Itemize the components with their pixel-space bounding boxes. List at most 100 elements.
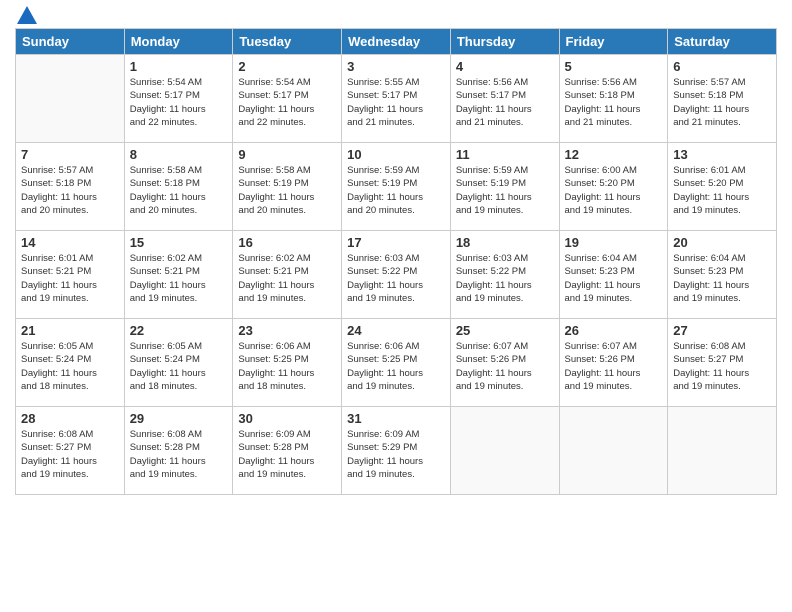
logo: [15, 10, 37, 20]
day-number: 11: [456, 147, 554, 162]
logo-triangle-icon: [17, 6, 37, 24]
day-number: 25: [456, 323, 554, 338]
day-number: 17: [347, 235, 445, 250]
calendar-cell: [559, 407, 668, 495]
day-number: 20: [673, 235, 771, 250]
calendar-cell: 22Sunrise: 6:05 AM Sunset: 5:24 PM Dayli…: [124, 319, 233, 407]
day-number: 9: [238, 147, 336, 162]
calendar-cell: 28 Sunrise: 6:08 AM Sunset: 5:27 PM Dayli…: [16, 407, 125, 495]
calendar-cell: 14 Sunrise: 6:01 AM Sunset: 5:21 PM Dayli…: [16, 231, 125, 319]
calendar-cell: 13 Sunrise: 6:01 AM Sunset: 5:20 PM Dayli…: [668, 143, 777, 231]
calendar-cell: 23 Sunrise: 6:06 AM Sunset: 5:25 PM Dayli…: [233, 319, 342, 407]
calendar-cell: 1 Sunrise: 5:54 AM Sunset: 5:17 PM Daylig…: [124, 55, 233, 143]
calendar-cell: 20 Sunrise: 6:04 AM Sunset: 5:23 PM Dayli…: [668, 231, 777, 319]
day-info: Sunrise: 5:57 AM Sunset: 5:18 PM Dayligh…: [673, 76, 771, 129]
calendar-cell: [668, 407, 777, 495]
calendar-cell: 30 Sunrise: 6:09 AM Sunset: 5:28 PM Dayli…: [233, 407, 342, 495]
day-info: Sunrise: 5:54 AM Sunset: 5:17 PM Dayligh…: [238, 76, 336, 129]
day-info: Sunrise: 6:09 AM Sunset: 5:28 PM Dayligh…: [238, 428, 336, 481]
day-info: Sunrise: 6:04 AM Sunset: 5:23 PM Dayligh…: [673, 252, 771, 305]
day-info: Sunrise: 6:07 AM Sunset: 5:26 PM Dayligh…: [456, 340, 554, 393]
calendar-cell: 16 Sunrise: 6:02 AM Sunset: 5:21 PM Dayli…: [233, 231, 342, 319]
day-number: 21: [21, 323, 119, 338]
day-info: Sunrise: 5:58 AM Sunset: 5:19 PM Dayligh…: [238, 164, 336, 217]
day-info: Sunrise: 5:55 AM Sunset: 5:17 PM Dayligh…: [347, 76, 445, 129]
day-info: Sunrise: 6:01 AM Sunset: 5:21 PM Dayligh…: [21, 252, 119, 305]
day-number: 7: [21, 147, 119, 162]
day-info: Sunrise: 6:06 AM Sunset: 5:25 PM Dayligh…: [347, 340, 445, 393]
calendar-cell: 17 Sunrise: 6:03 AM Sunset: 5:22 PM Dayli…: [342, 231, 451, 319]
calendar-cell: 24 Sunrise: 6:06 AM Sunset: 5:25 PM Dayli…: [342, 319, 451, 407]
calendar-cell: 26Sunrise: 6:07 AM Sunset: 5:26 PM Dayli…: [559, 319, 668, 407]
day-info: Sunrise: 5:56 AM Sunset: 5:17 PM Dayligh…: [456, 76, 554, 129]
week-row-2: 7Sunrise: 5:57 AM Sunset: 5:18 PM Daylig…: [16, 143, 777, 231]
calendar-header-wednesday: Wednesday: [342, 29, 451, 55]
day-info: Sunrise: 5:59 AM Sunset: 5:19 PM Dayligh…: [456, 164, 554, 217]
day-info: Sunrise: 6:01 AM Sunset: 5:20 PM Dayligh…: [673, 164, 771, 217]
day-info: Sunrise: 6:03 AM Sunset: 5:22 PM Dayligh…: [347, 252, 445, 305]
day-info: Sunrise: 6:08 AM Sunset: 5:27 PM Dayligh…: [673, 340, 771, 393]
week-row-5: 28 Sunrise: 6:08 AM Sunset: 5:27 PM Dayli…: [16, 407, 777, 495]
day-number: 26: [565, 323, 663, 338]
calendar-cell: 4 Sunrise: 5:56 AM Sunset: 5:17 PM Daylig…: [450, 55, 559, 143]
day-info: Sunrise: 6:02 AM Sunset: 5:21 PM Dayligh…: [238, 252, 336, 305]
day-number: 4: [456, 59, 554, 74]
day-number: 29: [130, 411, 228, 426]
calendar-header-thursday: Thursday: [450, 29, 559, 55]
calendar-header-friday: Friday: [559, 29, 668, 55]
day-number: 31: [347, 411, 445, 426]
day-number: 14: [21, 235, 119, 250]
day-info: Sunrise: 5:58 AM Sunset: 5:18 PM Dayligh…: [130, 164, 228, 217]
day-number: 10: [347, 147, 445, 162]
day-number: 1: [130, 59, 228, 74]
day-info: Sunrise: 6:06 AM Sunset: 5:25 PM Dayligh…: [238, 340, 336, 393]
calendar-cell: 9 Sunrise: 5:58 AM Sunset: 5:19 PM Daylig…: [233, 143, 342, 231]
calendar-cell: 5 Sunrise: 5:56 AM Sunset: 5:18 PM Daylig…: [559, 55, 668, 143]
day-number: 22: [130, 323, 228, 338]
day-info: Sunrise: 6:04 AM Sunset: 5:23 PM Dayligh…: [565, 252, 663, 305]
calendar-cell: 25 Sunrise: 6:07 AM Sunset: 5:26 PM Dayli…: [450, 319, 559, 407]
calendar-cell: 18Sunrise: 6:03 AM Sunset: 5:22 PM Dayli…: [450, 231, 559, 319]
day-number: 27: [673, 323, 771, 338]
day-number: 8: [130, 147, 228, 162]
day-info: Sunrise: 6:05 AM Sunset: 5:24 PM Dayligh…: [21, 340, 119, 393]
calendar-cell: [450, 407, 559, 495]
day-number: 15: [130, 235, 228, 250]
calendar-cell: 2Sunrise: 5:54 AM Sunset: 5:17 PM Daylig…: [233, 55, 342, 143]
week-row-1: 1 Sunrise: 5:54 AM Sunset: 5:17 PM Daylig…: [16, 55, 777, 143]
day-number: 19: [565, 235, 663, 250]
day-number: 5: [565, 59, 663, 74]
day-info: Sunrise: 6:08 AM Sunset: 5:28 PM Dayligh…: [130, 428, 228, 481]
calendar-header-sunday: Sunday: [16, 29, 125, 55]
day-info: Sunrise: 5:54 AM Sunset: 5:17 PM Dayligh…: [130, 76, 228, 129]
calendar-cell: 19 Sunrise: 6:04 AM Sunset: 5:23 PM Dayli…: [559, 231, 668, 319]
day-number: 12: [565, 147, 663, 162]
week-row-3: 14 Sunrise: 6:01 AM Sunset: 5:21 PM Dayli…: [16, 231, 777, 319]
day-number: 6: [673, 59, 771, 74]
calendar-header-row: SundayMondayTuesdayWednesdayThursdayFrid…: [16, 29, 777, 55]
calendar-cell: 15Sunrise: 6:02 AM Sunset: 5:21 PM Dayli…: [124, 231, 233, 319]
calendar-header-saturday: Saturday: [668, 29, 777, 55]
page: SundayMondayTuesdayWednesdayThursdayFrid…: [0, 0, 792, 612]
day-info: Sunrise: 6:08 AM Sunset: 5:27 PM Dayligh…: [21, 428, 119, 481]
calendar-cell: 6 Sunrise: 5:57 AM Sunset: 5:18 PM Daylig…: [668, 55, 777, 143]
calendar-cell: 29 Sunrise: 6:08 AM Sunset: 5:28 PM Dayli…: [124, 407, 233, 495]
day-number: 30: [238, 411, 336, 426]
day-number: 3: [347, 59, 445, 74]
day-number: 23: [238, 323, 336, 338]
calendar-cell: 21 Sunrise: 6:05 AM Sunset: 5:24 PM Dayli…: [16, 319, 125, 407]
day-number: 24: [347, 323, 445, 338]
day-number: 16: [238, 235, 336, 250]
calendar-cell: 10Sunrise: 5:59 AM Sunset: 5:19 PM Dayli…: [342, 143, 451, 231]
calendar-header-tuesday: Tuesday: [233, 29, 342, 55]
calendar-header-monday: Monday: [124, 29, 233, 55]
day-number: 28: [21, 411, 119, 426]
calendar-cell: 3 Sunrise: 5:55 AM Sunset: 5:17 PM Daylig…: [342, 55, 451, 143]
calendar-cell: 11 Sunrise: 5:59 AM Sunset: 5:19 PM Dayli…: [450, 143, 559, 231]
day-info: Sunrise: 6:00 AM Sunset: 5:20 PM Dayligh…: [565, 164, 663, 217]
day-info: Sunrise: 6:09 AM Sunset: 5:29 PM Dayligh…: [347, 428, 445, 481]
calendar-cell: 27 Sunrise: 6:08 AM Sunset: 5:27 PM Dayli…: [668, 319, 777, 407]
day-info: Sunrise: 5:56 AM Sunset: 5:18 PM Dayligh…: [565, 76, 663, 129]
calendar-cell: 7Sunrise: 5:57 AM Sunset: 5:18 PM Daylig…: [16, 143, 125, 231]
day-number: 13: [673, 147, 771, 162]
